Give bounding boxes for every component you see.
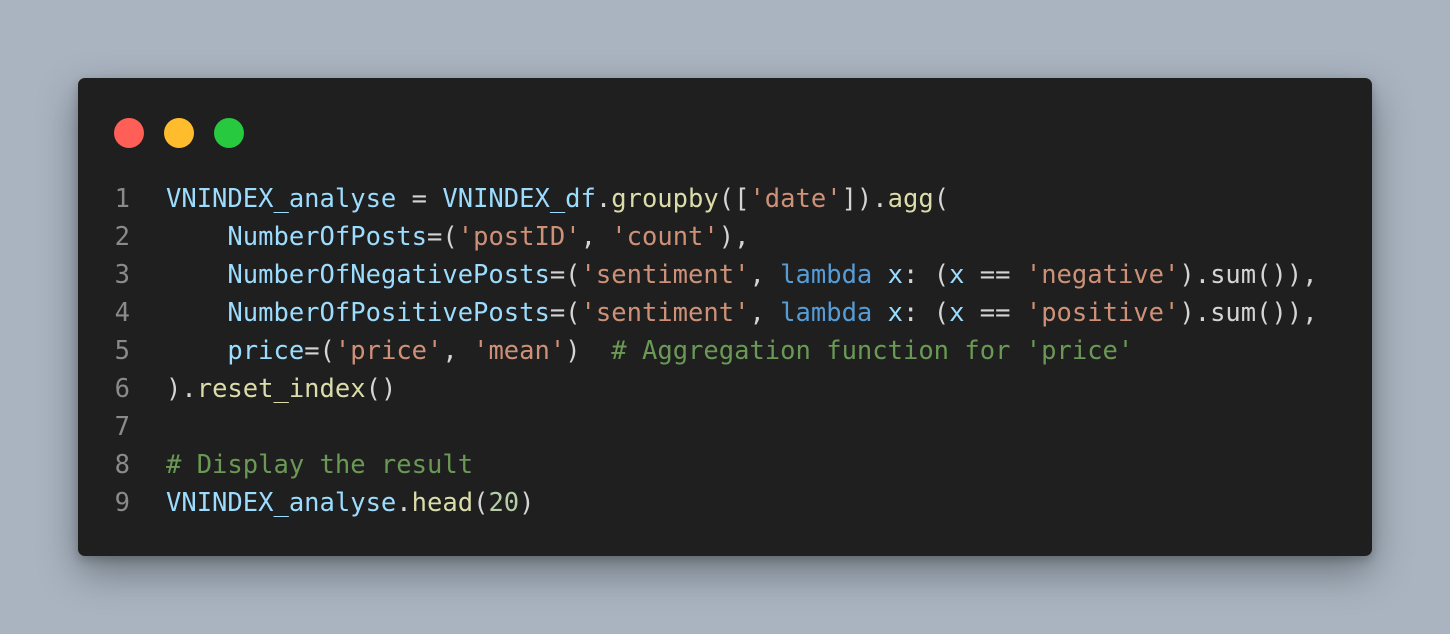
code-line: 5 price=('price', 'mean') # Aggregation … (78, 332, 1318, 370)
code-token: () (365, 374, 397, 404)
code-token: x (887, 260, 903, 290)
code-token: =( (549, 260, 581, 290)
code-token: price (227, 336, 305, 366)
code-token: x (887, 298, 903, 328)
close-dot-icon[interactable] (114, 118, 144, 148)
code-token: ).sum()), (1179, 260, 1318, 290)
code-token: groupby (611, 184, 719, 214)
code-token: ]). (841, 184, 888, 214)
code-token: . (595, 184, 612, 214)
code-token: 'mean' (473, 336, 566, 366)
code-token: . (396, 488, 412, 518)
code-token: ).sum()), (1179, 298, 1318, 328)
code-token: 'price' (334, 336, 443, 366)
line-number: 8 (114, 450, 130, 480)
code-line: 3 NumberOfNegativePosts=('sentiment', la… (78, 256, 1318, 294)
code-token: == (964, 298, 1026, 328)
code-token: = (396, 184, 443, 214)
code-token: , (442, 336, 474, 366)
code-token: , (580, 222, 612, 252)
code-token: =( (304, 336, 335, 366)
code-token: NumberOfPositivePosts (227, 298, 550, 328)
code-token: VNINDEX_analyse (166, 184, 397, 214)
code-window: 1 VNINDEX_analyse = VNINDEX_df.groupby(['… (78, 78, 1372, 556)
code-line: 4 NumberOfPositivePosts=('sentiment', la… (78, 294, 1318, 332)
code-token: =( (427, 222, 458, 252)
code-token: NumberOfNegativePosts (227, 260, 550, 290)
code-block: 1 VNINDEX_analyse = VNINDEX_df.groupby(['… (78, 180, 1318, 522)
code-line: 6).reset_index() (78, 370, 1318, 408)
code-token: reset_index (196, 374, 366, 404)
line-number: 1 (114, 184, 130, 214)
code-text: VNINDEX_analyse.head(20) (130, 484, 535, 522)
line-number: 3 (114, 260, 130, 290)
code-token: : ( (903, 298, 950, 328)
code-text: ).reset_index() (130, 370, 396, 408)
code-token: x (949, 260, 965, 290)
line-number: 2 (114, 222, 130, 252)
code-token: 'negative' (1025, 260, 1180, 290)
code-line: 7 (78, 408, 1318, 446)
code-token: agg (887, 184, 934, 214)
maximize-dot-icon[interactable] (214, 118, 244, 148)
code-token: ( (933, 184, 950, 214)
code-token: ) (565, 336, 612, 366)
code-token: lambda (780, 298, 873, 328)
code-token: ( (473, 488, 489, 518)
code-token: , (749, 298, 781, 328)
code-text: NumberOfPosts=('postID', 'count'), (130, 218, 749, 256)
code-text: NumberOfNegativePosts=('sentiment', lamb… (130, 256, 1318, 294)
code-token: 'positive' (1025, 298, 1180, 328)
code-token: ([ (718, 184, 750, 214)
code-token: : ( (903, 260, 950, 290)
code-token: ) (519, 488, 535, 518)
code-line: 9 VNINDEX_analyse.head(20) (78, 484, 1318, 522)
code-text: # Display the result (130, 446, 473, 484)
code-line: 8 # Display the result (78, 446, 1318, 484)
code-token: =( (549, 298, 581, 328)
code-token: VNINDEX_df (442, 184, 596, 214)
line-number: 7 (114, 412, 130, 442)
code-line: 1 VNINDEX_analyse = VNINDEX_df.groupby(['… (78, 180, 1318, 218)
line-number: 9 (114, 488, 130, 518)
line-number: 4 (114, 298, 130, 328)
code-token: == (964, 260, 1026, 290)
line-number: 6 (114, 374, 130, 404)
code-token: lambda (780, 260, 873, 290)
code-token: 20 (488, 488, 520, 518)
minimize-dot-icon[interactable] (164, 118, 194, 148)
code-text: NumberOfPositivePosts=('sentiment', lamb… (130, 294, 1318, 332)
code-token: x (949, 298, 965, 328)
code-token: ), (718, 222, 750, 252)
code-token: VNINDEX_analyse (166, 488, 397, 518)
code-token: # Display the result (166, 450, 474, 480)
code-token: ). (166, 374, 197, 404)
code-token: 'sentiment' (580, 260, 750, 290)
line-number: 5 (114, 336, 130, 366)
window-controls (114, 118, 244, 148)
code-token: , (749, 260, 781, 290)
code-text: price=('price', 'mean') # Aggregation fu… (130, 332, 1133, 370)
code-text: VNINDEX_analyse = VNINDEX_df.groupby(['d… (130, 180, 949, 218)
code-token: # Aggregation function for 'price' (611, 336, 1134, 366)
code-token: 'count' (611, 222, 719, 252)
code-token: 'date' (749, 184, 842, 214)
code-token: 'postID' (457, 222, 581, 252)
code-line: 2 NumberOfPosts=('postID', 'count'), (78, 218, 1318, 256)
code-token: 'sentiment' (580, 298, 750, 328)
code-token: NumberOfPosts (227, 222, 428, 252)
code-token: head (411, 488, 474, 518)
